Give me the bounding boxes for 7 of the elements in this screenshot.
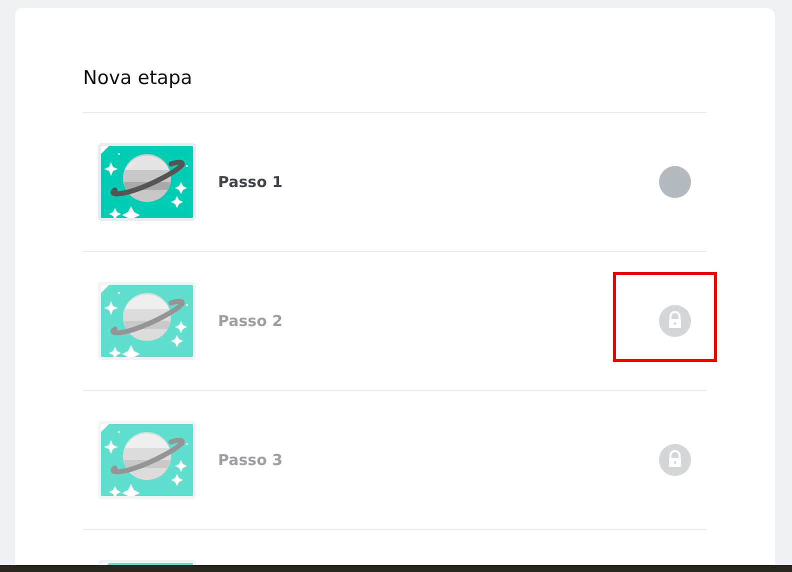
- lock-icon: [659, 305, 691, 337]
- status-dot: [659, 166, 691, 198]
- step-label[interactable]: Passo 2: [218, 312, 659, 330]
- lock-icon: [659, 444, 691, 476]
- step-label[interactable]: Passo 3: [218, 451, 659, 469]
- section-title: Nova etapa: [83, 66, 192, 90]
- step-label[interactable]: Passo 1: [218, 173, 659, 191]
